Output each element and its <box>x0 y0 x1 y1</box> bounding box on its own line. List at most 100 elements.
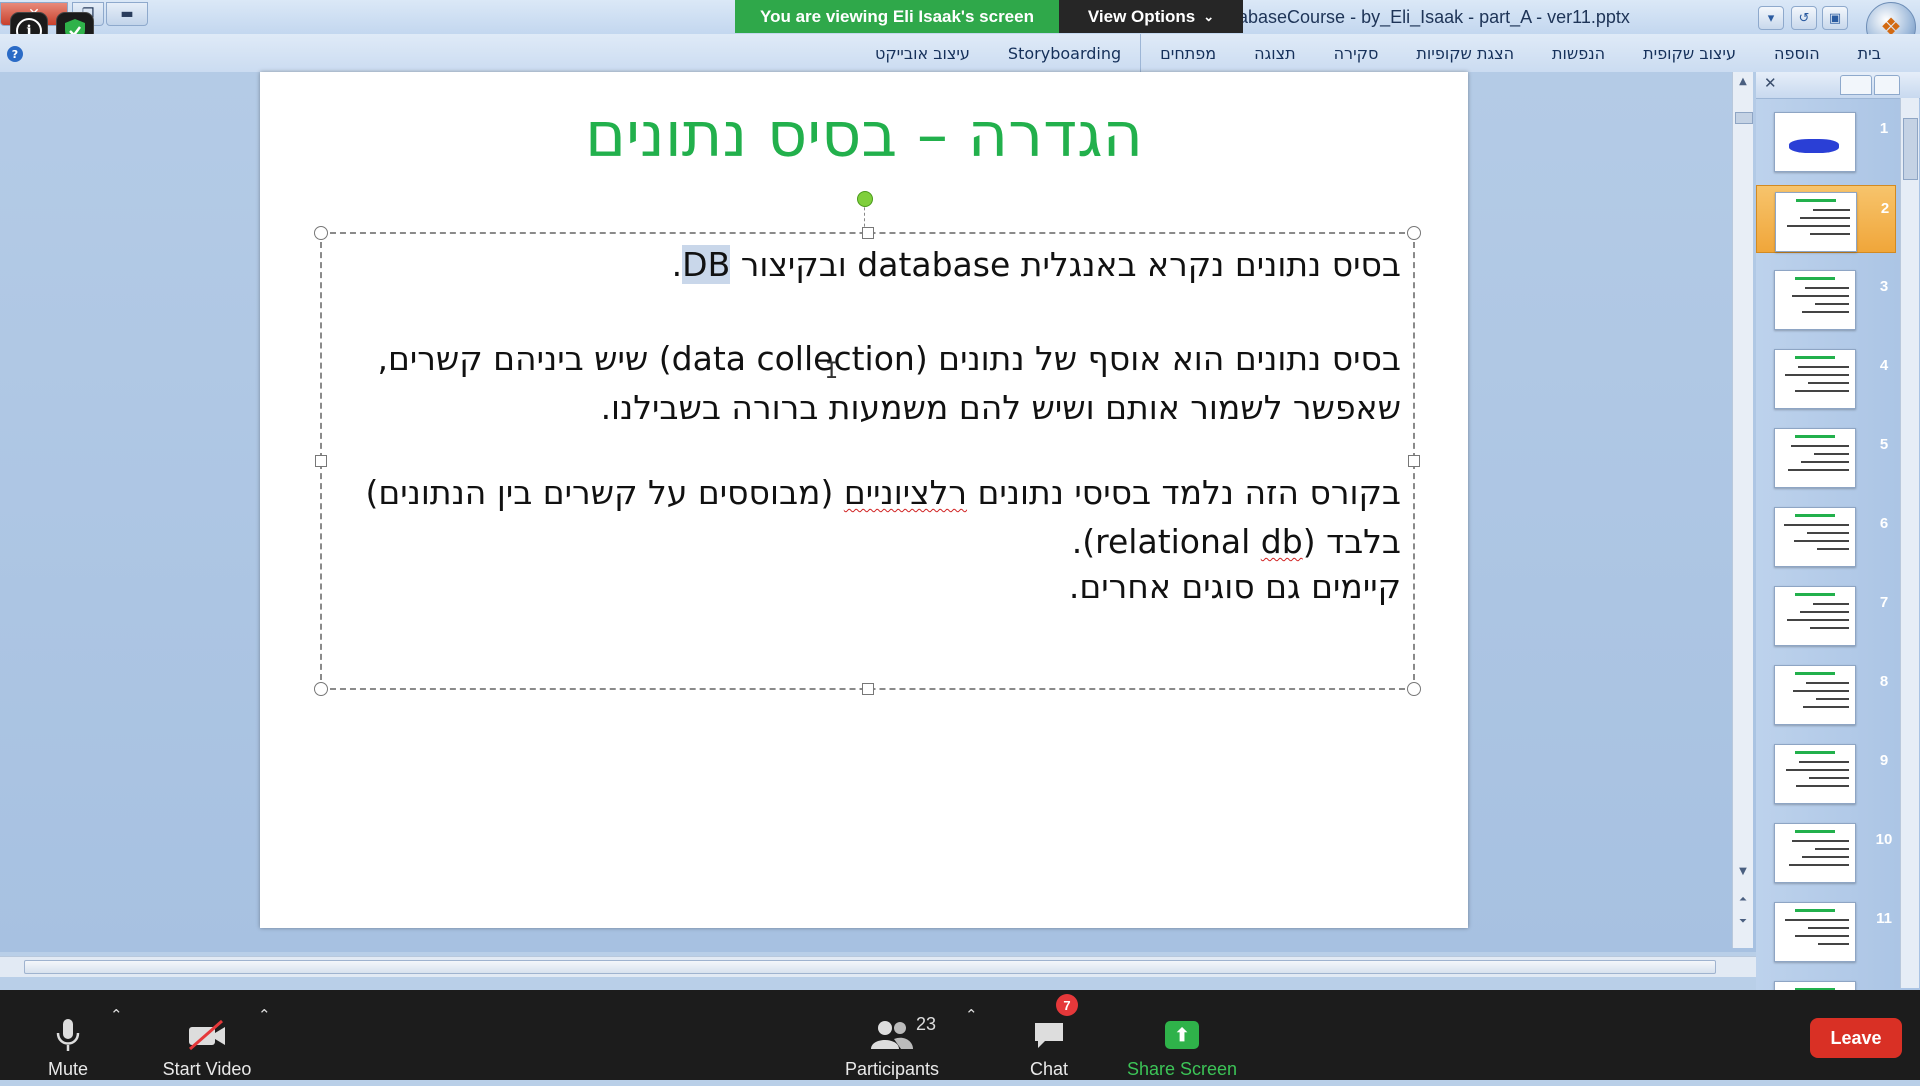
slide-thumbnail[interactable]: 9 <box>1756 738 1894 804</box>
resize-handle-bottom-right[interactable] <box>1407 682 1421 696</box>
previous-slide-icon[interactable]: ⏶ <box>1733 890 1753 908</box>
start-video-button[interactable]: Start Video <box>156 990 258 1086</box>
tab-home[interactable]: בית <box>1839 34 1900 72</box>
thumbnail-text-line <box>1802 856 1849 858</box>
thumbnail-scrollbar[interactable] <box>1900 98 1919 988</box>
slide-thumbnail-preview <box>1775 192 1857 252</box>
thumbnail-title-line <box>1795 593 1835 596</box>
share-screen-label: Share Screen <box>1126 1059 1238 1079</box>
slide-thumbnail[interactable]: 4 <box>1756 343 1894 409</box>
thumbnail-text-line <box>1786 769 1849 771</box>
slide-title[interactable]: הגדרה – בסיס נתונים <box>260 98 1468 171</box>
participants-button[interactable]: Participants <box>840 990 944 1086</box>
tab-format-object[interactable]: עיצוב אובייקט <box>856 34 989 72</box>
thumbnail-text-line <box>1805 287 1849 289</box>
next-slide-icon[interactable]: ⏷ <box>1733 912 1753 930</box>
close-icon[interactable]: ✕ <box>1764 74 1777 92</box>
slide-thumbnail[interactable]: 1 <box>1756 106 1894 172</box>
slide-thumbnail-preview <box>1774 270 1856 330</box>
view-options-label: View Options <box>1087 6 1196 26</box>
thumbnail-text-line <box>1792 840 1849 842</box>
slide-vertical-scrollbar[interactable]: ▲ ▼ ⏶ ⏷ <box>1732 72 1753 948</box>
slide-number: 10 <box>1875 831 1893 848</box>
slide-number: 7 <box>1879 594 1889 611</box>
thumbnail-text-line <box>1785 374 1849 376</box>
thumbnail-text-line <box>1802 311 1849 313</box>
thumbnail-text-line <box>1806 682 1849 684</box>
chevron-down-icon: ⌄ <box>1203 8 1215 24</box>
thumbnail-text-line <box>1788 469 1849 471</box>
leave-button[interactable]: Leave <box>1810 1018 1902 1058</box>
slide-thumbnail[interactable]: 10 <box>1756 817 1894 883</box>
resize-handle-top-right[interactable] <box>1407 226 1421 240</box>
tab-insert[interactable]: הוספה <box>1755 34 1839 72</box>
thumbnail-text-line <box>1793 690 1849 692</box>
thumbnail-text-line <box>1801 461 1849 463</box>
slides-tab[interactable] <box>1874 75 1900 95</box>
horizontal-scroll-thumb[interactable] <box>24 960 1716 974</box>
audio-options-chevron-icon[interactable]: ⌃ <box>110 1006 123 1024</box>
scroll-up-icon[interactable]: ▲ <box>1733 72 1753 90</box>
undo-icon[interactable]: ↺ <box>1791 6 1817 30</box>
thumbnail-text-line <box>1800 611 1849 613</box>
resize-handle-bottom-left[interactable] <box>314 682 328 696</box>
tab-slide-show[interactable]: הצגת שקופיות <box>1397 34 1533 72</box>
mute-button[interactable]: Mute <box>32 990 104 1086</box>
slide-horizontal-scrollbar[interactable] <box>0 956 1756 977</box>
thumbnail-scroll-thumb[interactable] <box>1903 118 1918 180</box>
participants-options-chevron-icon[interactable]: ⌃ <box>965 1006 978 1024</box>
slide-thumbnail[interactable]: 2 <box>1756 185 1896 253</box>
slides-thumbnail-panel: ✕ 123456789101112 <box>1756 72 1920 1041</box>
quick-access-dropdown-icon[interactable]: ▾ <box>1758 6 1784 30</box>
selected-text-box[interactable]: בסיס נתונים נקרא באנגלית database ובקיצו… <box>314 226 1421 696</box>
slide-thumbnail[interactable]: 11 <box>1756 896 1894 962</box>
thumbnail-text-line <box>1803 706 1849 708</box>
resize-handle-right[interactable] <box>1408 455 1420 467</box>
p3-misspelled-word: רלציוניים <box>843 473 968 512</box>
resize-handle-left[interactable] <box>315 455 327 467</box>
thumbnail-text-line <box>1810 233 1850 235</box>
slide-thumbnail[interactable]: 7 <box>1756 580 1894 646</box>
tab-developer[interactable]: מפתחים <box>1141 34 1235 72</box>
tab-review[interactable]: סקירה <box>1315 34 1398 72</box>
slide-thumbnail[interactable]: 3 <box>1756 264 1894 330</box>
video-options-chevron-icon[interactable]: ⌃ <box>258 1006 271 1024</box>
rotation-handle[interactable] <box>857 191 873 207</box>
help-icon[interactable]: ? <box>7 46 23 62</box>
thumbnail-title-line <box>1795 277 1835 280</box>
slide-thumbnail[interactable]: 5 <box>1756 422 1894 488</box>
slide-number: 5 <box>1879 436 1889 453</box>
chat-unread-badge: 7 <box>1056 994 1078 1016</box>
current-slide: הגדרה – בסיס נתונים בסיס נתונים נקרא באנ… <box>260 72 1468 928</box>
slide-number: 6 <box>1879 515 1889 532</box>
thumbnail-text-line <box>1795 935 1849 937</box>
resize-handle-bottom[interactable] <box>862 683 874 695</box>
tab-storyboarding[interactable]: Storyboarding <box>989 34 1142 72</box>
window-minimize-button[interactable]: ▬ <box>106 2 148 26</box>
resize-handle-top-left[interactable] <box>314 226 328 240</box>
participants-icon <box>870 1011 914 1059</box>
slide-editing-area: הגדרה – בסיס נתונים בסיס נתונים נקרא באנ… <box>0 72 1756 952</box>
resize-handle-top[interactable] <box>862 227 874 239</box>
scroll-down-icon[interactable]: ▼ <box>1733 862 1753 880</box>
thumbnail-text-line <box>1816 698 1849 700</box>
tab-animations[interactable]: הנפשות <box>1533 34 1624 72</box>
thumbnail-text-line <box>1817 548 1849 550</box>
view-options-button[interactable]: View Options ⌄ <box>1059 0 1243 33</box>
thumbnail-text-line <box>1815 848 1849 850</box>
thumbnail-text-line <box>1813 603 1849 605</box>
participants-label: Participants <box>844 1059 940 1079</box>
thumbnail-text-line <box>1787 619 1849 621</box>
save-icon[interactable]: ▣ <box>1822 6 1848 30</box>
p3-part-e: ). <box>1071 522 1096 561</box>
slide-thumbnail[interactable]: 6 <box>1756 501 1894 567</box>
slide-thumbnail-preview <box>1774 665 1856 725</box>
share-screen-button[interactable]: ⬆ Share Screen <box>1122 990 1242 1086</box>
outline-tab[interactable] <box>1840 75 1872 95</box>
slide-number: 4 <box>1879 357 1889 374</box>
slide-thumbnail[interactable]: 8 <box>1756 659 1894 725</box>
slide-thumbnail-preview <box>1774 507 1856 567</box>
scroll-thumb[interactable] <box>1735 112 1753 124</box>
tab-view[interactable]: תצוגה <box>1235 34 1314 72</box>
tab-design[interactable]: עיצוב שקופית <box>1624 34 1755 72</box>
